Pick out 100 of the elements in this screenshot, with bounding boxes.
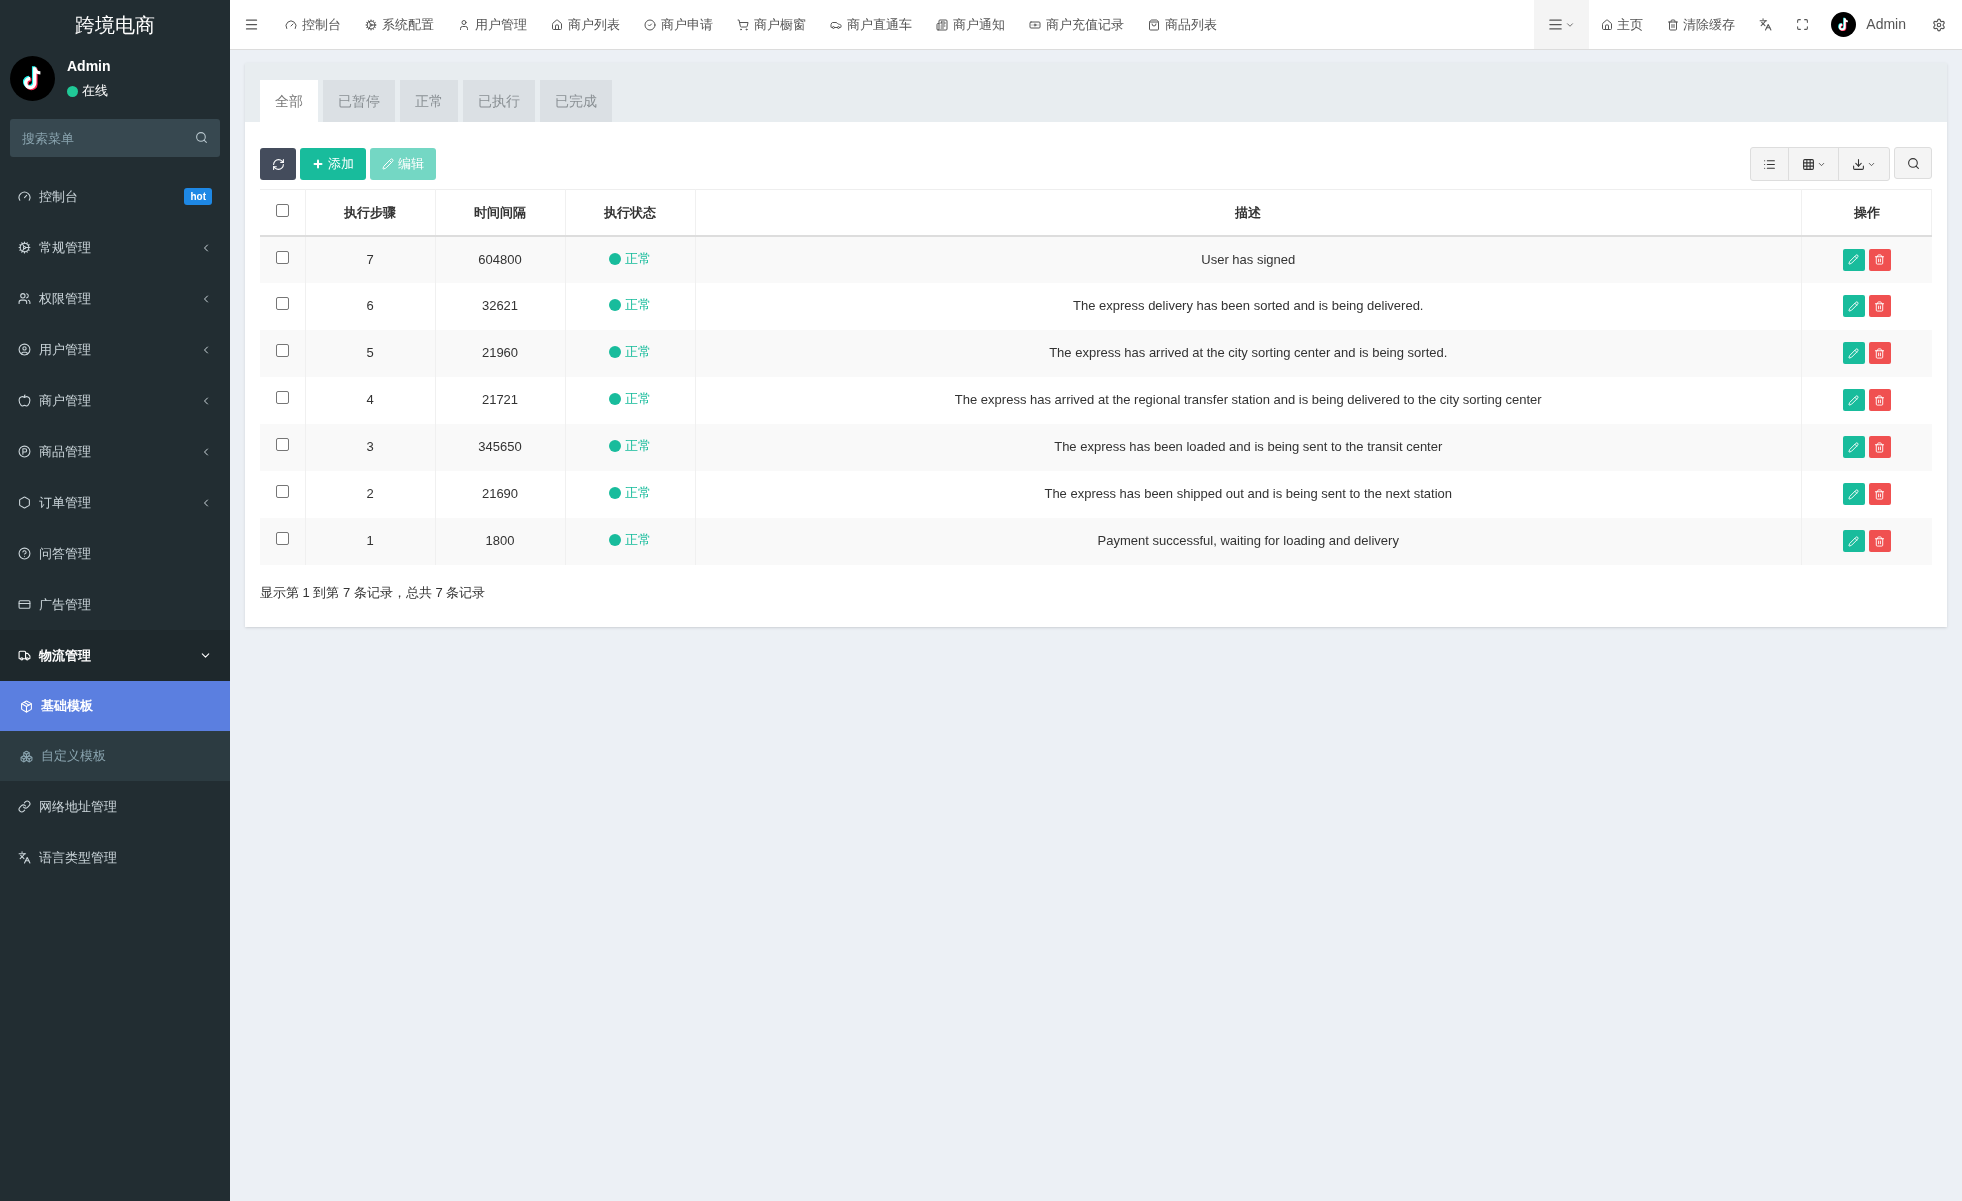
list-icon (1763, 157, 1776, 171)
status-label: 正常 (609, 483, 651, 503)
pencil-icon (1848, 394, 1860, 406)
apple-icon (18, 394, 31, 407)
sidebar-item[interactable]: 商品管理 (0, 426, 230, 477)
table-cell: 604800 (435, 235, 565, 283)
search-icon (1906, 156, 1920, 170)
checkbox[interactable] (275, 532, 289, 546)
nav-link[interactable]: 用户管理 (446, 0, 539, 49)
delete-row-button[interactable] (1868, 248, 1891, 271)
hot-badge: hot (184, 188, 212, 205)
sidebar-item[interactable]: 常规管理 (0, 222, 230, 273)
delete-row-button[interactable] (1868, 436, 1891, 458)
bag-icon (1148, 18, 1160, 31)
sidebar-label: 权限管理 (39, 289, 92, 308)
checkbox[interactable] (275, 391, 289, 405)
nav-link[interactable]: 商户充值记录 (1017, 0, 1136, 49)
table-cell: The express has arrived at the regional transfer station and is being delivered to the city sorting center (695, 376, 1802, 424)
fullscreen-icon[interactable] (1796, 18, 1810, 31)
gear-icon (18, 241, 31, 254)
edit-row-button[interactable] (1842, 295, 1865, 317)
nav-link[interactable]: 主页 (1589, 0, 1656, 49)
menu-icon[interactable] (244, 17, 259, 32)
nav-link[interactable]: 商户直通车 (818, 0, 924, 49)
delete-row-button[interactable] (1868, 483, 1891, 505)
checkbox[interactable] (275, 485, 289, 499)
sidebar-label: 商户管理 (39, 391, 92, 410)
gauge-icon (285, 18, 297, 31)
user-name[interactable]: Admin (1866, 14, 1906, 35)
sidebar-item[interactable]: 问答管理 (0, 528, 230, 579)
trash-icon (1874, 441, 1886, 453)
sidebar-item[interactable]: 物流管理 (0, 630, 230, 681)
filter-tab[interactable]: 全部 (260, 80, 318, 122)
table-cell: 7 (305, 235, 435, 283)
edit-row-button[interactable] (1842, 248, 1865, 271)
sidebar-item[interactable]: 订单管理 (0, 477, 230, 528)
language-icon[interactable] (1759, 18, 1773, 31)
pencil-icon (1848, 441, 1860, 453)
sidebar-item[interactable]: 商户管理 (0, 375, 230, 426)
edit-row-button[interactable] (1842, 530, 1865, 552)
status-label: 正常 (609, 436, 651, 456)
delete-row-button[interactable] (1868, 342, 1891, 364)
sidebar-item[interactable]: 权限管理 (0, 273, 230, 324)
status-label: 正常 (609, 295, 651, 315)
sidebar-item[interactable]: 控制台 hot (0, 171, 230, 222)
sidebar-item[interactable]: 网络地址管理 (0, 781, 230, 832)
search-button[interactable] (1894, 147, 1932, 179)
table-cell: The express delivery has been sorted and is being delivered. (695, 282, 1802, 330)
sidebar-label: 订单管理 (39, 493, 92, 512)
brand-title: 跨境电商 (75, 13, 155, 38)
table-cell: 21690 (435, 470, 565, 518)
nav-link[interactable]: 商户通知 (924, 0, 1017, 49)
edit-row-button[interactable] (1842, 389, 1865, 411)
newspaper-icon (936, 18, 948, 31)
sidebar-item[interactable]: 语言类型管理 (0, 832, 230, 883)
table-cell: User has signed (695, 235, 1802, 283)
home-icon (551, 18, 563, 31)
checkbox[interactable] (275, 203, 289, 217)
sidebar-item[interactable]: 用户管理 (0, 324, 230, 375)
table-cell: 21960 (435, 329, 565, 377)
gear-icon (365, 18, 377, 31)
nav-link[interactable]: 商户橱窗 (725, 0, 818, 49)
table-cell: 4 (305, 376, 435, 424)
delete-row-button[interactable] (1868, 389, 1891, 411)
home-icon (1601, 18, 1614, 31)
delete-row-button[interactable] (1868, 295, 1891, 317)
nav-link[interactable]: 清除缓存 (1655, 0, 1748, 49)
search-icon (195, 131, 208, 144)
checkbox[interactable] (275, 344, 289, 358)
search-field[interactable]: 搜索菜单 (10, 119, 220, 157)
nav-link[interactable]: 系统配置 (353, 0, 446, 49)
checkbox[interactable] (275, 297, 289, 311)
pencil-icon (1848, 488, 1860, 500)
sidebar-item[interactable]: 广告管理 (0, 579, 230, 630)
checkbox[interactable] (275, 438, 289, 452)
submenu-label: 自定义模板 (41, 747, 106, 766)
nav-link[interactable]: 商户申请 (632, 0, 725, 49)
sidebar-label: 常规管理 (39, 238, 92, 257)
sidebar-label: 物流管理 (39, 646, 92, 665)
column-header: 时间间隔 (435, 189, 565, 236)
parking-icon (18, 445, 31, 458)
sidebar-label: 广告管理 (39, 595, 92, 614)
edit-row-button[interactable] (1842, 483, 1865, 505)
checkbox[interactable] (275, 250, 289, 264)
menu-dropdown-button[interactable] (1534, 0, 1590, 49)
nav-link[interactable]: 控制台 (273, 0, 353, 49)
gauge-icon (18, 190, 31, 203)
edit-row-button[interactable] (1842, 342, 1865, 364)
table-cell: 21721 (435, 376, 565, 424)
nav-link[interactable]: 商品列表 (1136, 0, 1229, 49)
submenu-item[interactable]: 基础模板 (0, 681, 230, 731)
nav-link[interactable]: 商户列表 (539, 0, 632, 49)
boxes-icon (20, 749, 33, 763)
sidebar-label: 用户管理 (39, 340, 92, 359)
edit-row-button[interactable] (1842, 436, 1865, 458)
settings-icon[interactable] (1932, 17, 1946, 32)
delete-row-button[interactable] (1868, 530, 1891, 552)
refresh-button[interactable] (260, 148, 296, 180)
users-icon (18, 292, 31, 305)
submenu-item[interactable]: 自定义模板 (0, 731, 230, 781)
